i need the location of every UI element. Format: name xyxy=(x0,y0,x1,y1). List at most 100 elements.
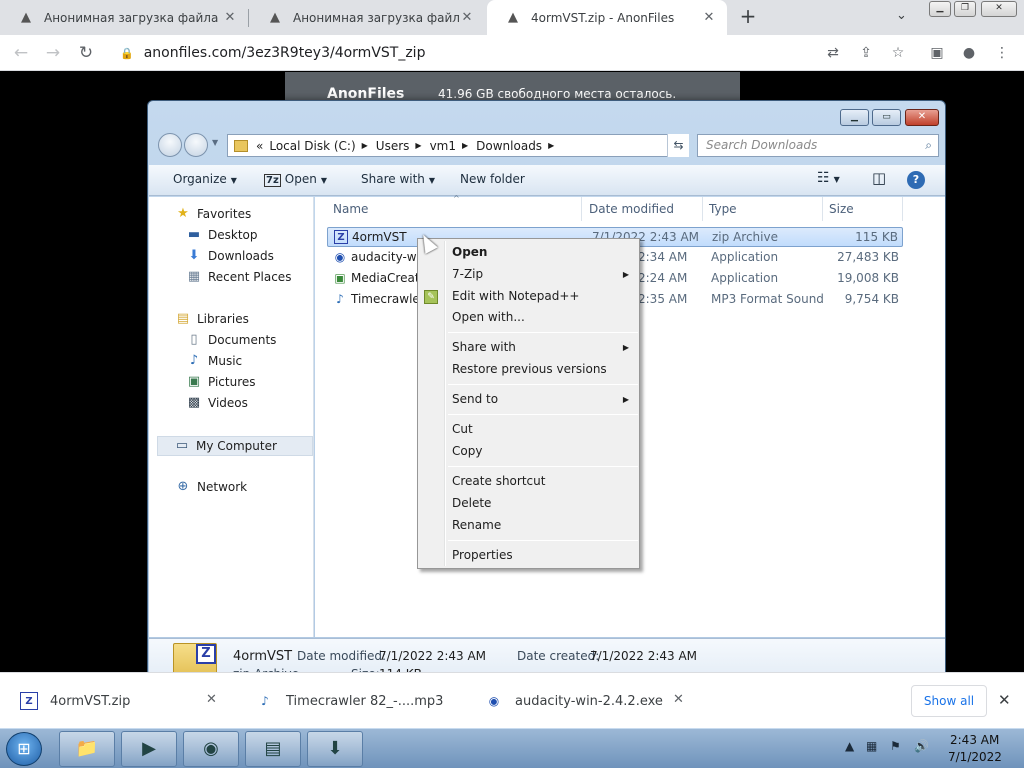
menu-item-restore-previous-versions[interactable]: Restore previous versions xyxy=(452,362,607,376)
new-folder-button[interactable]: New folder xyxy=(460,172,525,186)
nav-desktop[interactable]: ▬ Desktop xyxy=(186,228,258,243)
menu-item-open-with[interactable]: Open with... xyxy=(452,310,525,324)
libraries-icon: ▤ xyxy=(176,311,190,326)
breadcrumb-vm1[interactable]: vm1 xyxy=(430,139,456,153)
breadcrumb-users[interactable]: Users xyxy=(376,139,410,153)
translate-icon[interactable]: ⇄ xyxy=(823,43,843,63)
nav-downloads[interactable]: ⬇ Downloads xyxy=(186,249,274,264)
share-with-button[interactable]: Share with ▼ xyxy=(361,172,435,186)
download-item-timecrawler[interactable]: ♪ Timecrawler 82_-....mp3 xyxy=(256,673,468,729)
show-all-downloads-button[interactable]: Show all xyxy=(911,685,987,717)
action-center-flag-icon[interactable]: ⚑ xyxy=(890,739,901,753)
explorer-close-button[interactable]: ✕ xyxy=(905,109,939,126)
breadcrumb-arrow-icon[interactable]: ▶ xyxy=(462,141,468,150)
taskbar-chrome-icon[interactable]: ◉ xyxy=(183,731,239,767)
view-options-icon[interactable]: ☷ ▼ xyxy=(817,170,840,186)
share-with-label: Share with xyxy=(361,172,425,186)
menu-item-create-shortcut[interactable]: Create shortcut xyxy=(452,474,545,488)
menu-item-copy[interactable]: Copy xyxy=(452,444,482,458)
breadcrumb-local-disk[interactable]: Local Disk (C:) xyxy=(269,139,355,153)
taskbar-app-icon[interactable]: ▤ xyxy=(245,731,301,767)
tab-close-icon[interactable]: ✕ xyxy=(222,10,238,26)
side-panel-icon[interactable]: ▣ xyxy=(927,43,947,63)
help-icon[interactable]: ? xyxy=(907,171,925,189)
organize-button[interactable]: Organize ▼ xyxy=(173,172,237,186)
menu-item-edit-notepadpp[interactable]: Edit with Notepad++ xyxy=(452,289,579,303)
back-button[interactable] xyxy=(158,133,182,157)
recent-pages-dropdown-icon[interactable]: ▼ xyxy=(212,138,218,147)
reload-icon[interactable]: ↻ xyxy=(75,42,97,64)
menu-item-rename[interactable]: Rename xyxy=(452,518,501,532)
network-tray-icon[interactable]: ▦ xyxy=(866,739,877,753)
download-item-audacity[interactable]: ◉ audacity-win-2.4.2.exe ✕ xyxy=(485,673,697,729)
download-item-4ormvst[interactable]: Z 4ormVST.zip ✕ xyxy=(20,673,238,729)
star-icon: ★ xyxy=(177,206,189,221)
audacity-icon: ◉ xyxy=(488,694,500,708)
browser-tab-active[interactable]: ▲ 4ormVST.zip - AnonFiles ✕ xyxy=(487,0,727,35)
breadcrumb-arrow-icon[interactable]: ▶ xyxy=(415,141,421,150)
search-downloads-input[interactable]: Search Downloads ⌕ xyxy=(697,134,939,157)
menu-item-cut[interactable]: Cut xyxy=(452,422,473,436)
explorer-minimize-button[interactable]: ▁ xyxy=(840,109,869,126)
explorer-maximize-button[interactable]: ▭ xyxy=(872,109,901,126)
menu-item-7zip[interactable]: 7-Zip xyxy=(452,267,483,281)
menu-item-send-to[interactable]: Send to xyxy=(452,392,498,406)
nav-videos[interactable]: ▩ Videos xyxy=(186,396,248,411)
browser-restore-button[interactable]: ❐ xyxy=(954,1,976,17)
back-arrow-icon[interactable]: ← xyxy=(10,42,32,64)
tab-close-icon[interactable]: ✕ xyxy=(459,10,475,26)
zip-file-icon: Z xyxy=(20,692,38,710)
browser-tab-1[interactable]: ▲ Анонимная загрузка файла - Ar ✕ xyxy=(0,0,248,35)
column-header-date-modified[interactable]: Date modified xyxy=(583,197,703,221)
breadcrumb-arrow-icon[interactable]: ▶ xyxy=(362,141,368,150)
refresh-icon[interactable]: ⇆ xyxy=(667,134,689,157)
taskbar-explorer-icon[interactable]: 📁 xyxy=(59,731,115,767)
close-shelf-icon[interactable]: ✕ xyxy=(998,691,1011,709)
tab-close-icon[interactable]: ✕ xyxy=(701,10,717,26)
nav-network[interactable]: ⊕ Network xyxy=(175,480,248,495)
forward-arrow-icon[interactable]: → xyxy=(42,42,64,64)
nav-documents[interactable]: ▯ Documents xyxy=(186,333,276,348)
menu-item-properties[interactable]: Properties xyxy=(452,548,513,562)
new-tab-button[interactable]: + xyxy=(737,6,759,28)
taskbar-installer-icon[interactable]: ⬇ xyxy=(307,731,363,767)
volume-icon[interactable]: 🔊 xyxy=(914,739,929,753)
column-header-type[interactable]: Type xyxy=(703,197,823,221)
nav-pictures[interactable]: ▣ Pictures xyxy=(186,375,256,390)
preview-pane-icon[interactable]: ◫ xyxy=(872,169,886,187)
browser-minimize-button[interactable]: ▁ xyxy=(929,1,951,17)
nav-my-computer[interactable]: ▭ My Computer xyxy=(157,436,313,456)
nav-recent-places[interactable]: ▦ Recent Places xyxy=(186,269,292,285)
download-options-chevron-icon[interactable]: ✕ xyxy=(673,692,684,707)
clock-date[interactable]: 7/1/2022 xyxy=(948,750,1002,764)
browser-menu-icon[interactable]: ⋮ xyxy=(992,43,1012,63)
start-button[interactable]: ⊞ xyxy=(6,732,42,766)
breadcrumb-overflow[interactable]: « xyxy=(256,139,263,153)
address-bar[interactable]: 🔒 anonfiles.com/3ez3R9tey3/4ormVST_zip xyxy=(108,38,923,68)
menu-item-open[interactable]: Open xyxy=(452,245,487,259)
browser-tab-2[interactable]: ▲ Анонимная загрузка файла - Ar ✕ xyxy=(249,0,485,35)
share-icon[interactable]: ⇪ xyxy=(856,43,876,63)
recent-places-icon: ▦ xyxy=(187,269,201,284)
show-hidden-icons-icon[interactable]: ▲ xyxy=(845,739,854,753)
breadcrumb-arrow-icon[interactable]: ▶ xyxy=(548,141,554,150)
open-button[interactable]: 7z Open ▼ xyxy=(264,172,327,187)
nav-favorites[interactable]: ★ Favorites xyxy=(175,206,251,222)
taskbar-media-player-icon[interactable]: ▶ xyxy=(121,731,177,767)
browser-close-button[interactable]: ✕ xyxy=(981,1,1017,17)
search-icon[interactable]: ⌕ xyxy=(925,138,932,153)
menu-item-delete[interactable]: Delete xyxy=(452,496,491,510)
audacity-icon: ◉ xyxy=(334,250,346,264)
clock-time[interactable]: 2:43 AM xyxy=(950,733,999,747)
breadcrumb-downloads[interactable]: Downloads xyxy=(476,139,542,153)
forward-button[interactable] xyxy=(184,133,208,157)
nav-libraries[interactable]: ▤ Libraries xyxy=(175,311,249,327)
download-options-chevron-icon[interactable]: ✕ xyxy=(206,692,217,707)
profile-avatar-icon[interactable]: ● xyxy=(959,43,979,63)
bookmark-star-icon[interactable]: ☆ xyxy=(888,43,908,63)
tab-search-chevron-icon[interactable]: ⌄ xyxy=(896,8,907,23)
nav-music[interactable]: ♪ Music xyxy=(186,354,242,369)
explorer-address-bar[interactable]: « Local Disk (C:) ▶ Users ▶ vm1 ▶ Downlo… xyxy=(227,134,689,157)
column-header-size[interactable]: Size xyxy=(823,197,903,221)
menu-item-share-with[interactable]: Share with xyxy=(452,340,516,354)
